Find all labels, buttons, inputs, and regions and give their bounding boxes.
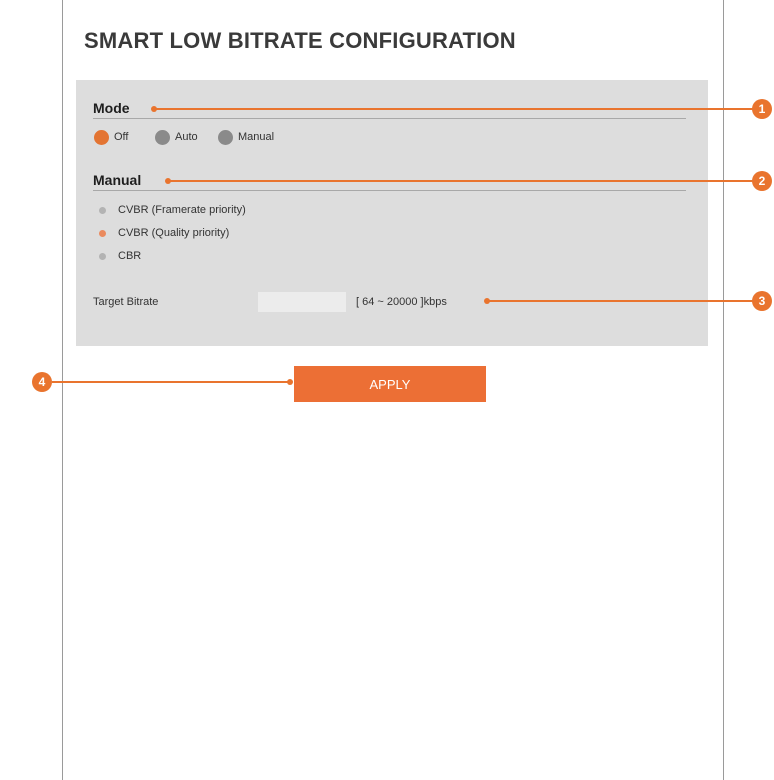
cvbr-framerate-label: CVBR (Framerate priority): [118, 204, 246, 216]
callout-4-line: [52, 381, 290, 383]
cbr-label: CBR: [118, 250, 142, 262]
mode-off-label: Off: [114, 131, 129, 143]
callout-1-line: [154, 108, 754, 110]
callout-1-badge: 1: [752, 99, 772, 119]
callout-3-line: [487, 300, 754, 302]
callout-3-badge: 3: [752, 291, 772, 311]
target-bitrate-label: Target Bitrate: [93, 296, 159, 308]
mode-off-radio[interactable]: [94, 130, 109, 145]
manual-divider: [93, 190, 686, 191]
target-bitrate-input[interactable]: [258, 292, 346, 312]
cvbr-quality-radio[interactable]: [99, 230, 106, 237]
mode-manual-label: Manual: [238, 131, 275, 143]
mode-manual-radio[interactable]: [218, 130, 233, 145]
mode-divider: [93, 118, 686, 119]
manual-heading: Manual: [93, 172, 142, 188]
cvbr-framerate-radio[interactable]: [99, 207, 106, 214]
callout-4-dot: [287, 379, 293, 385]
bitrate-range-hint: [ 64 ~ 20000 ]kbps: [356, 296, 447, 308]
mode-heading: Mode: [93, 100, 130, 116]
cvbr-quality-label: CVBR (Quality priority): [118, 227, 230, 239]
callout-2-badge: 2: [752, 171, 772, 191]
mode-auto-radio[interactable]: [155, 130, 170, 145]
callout-2-line: [168, 180, 754, 182]
page-title: SMART LOW BITRATE CONFIGURATION: [84, 28, 516, 53]
mode-auto-label: Auto: [175, 131, 198, 143]
callout-4-badge: 4: [32, 372, 52, 392]
cbr-radio[interactable]: [99, 253, 106, 260]
apply-button[interactable]: APPLY: [294, 366, 486, 402]
